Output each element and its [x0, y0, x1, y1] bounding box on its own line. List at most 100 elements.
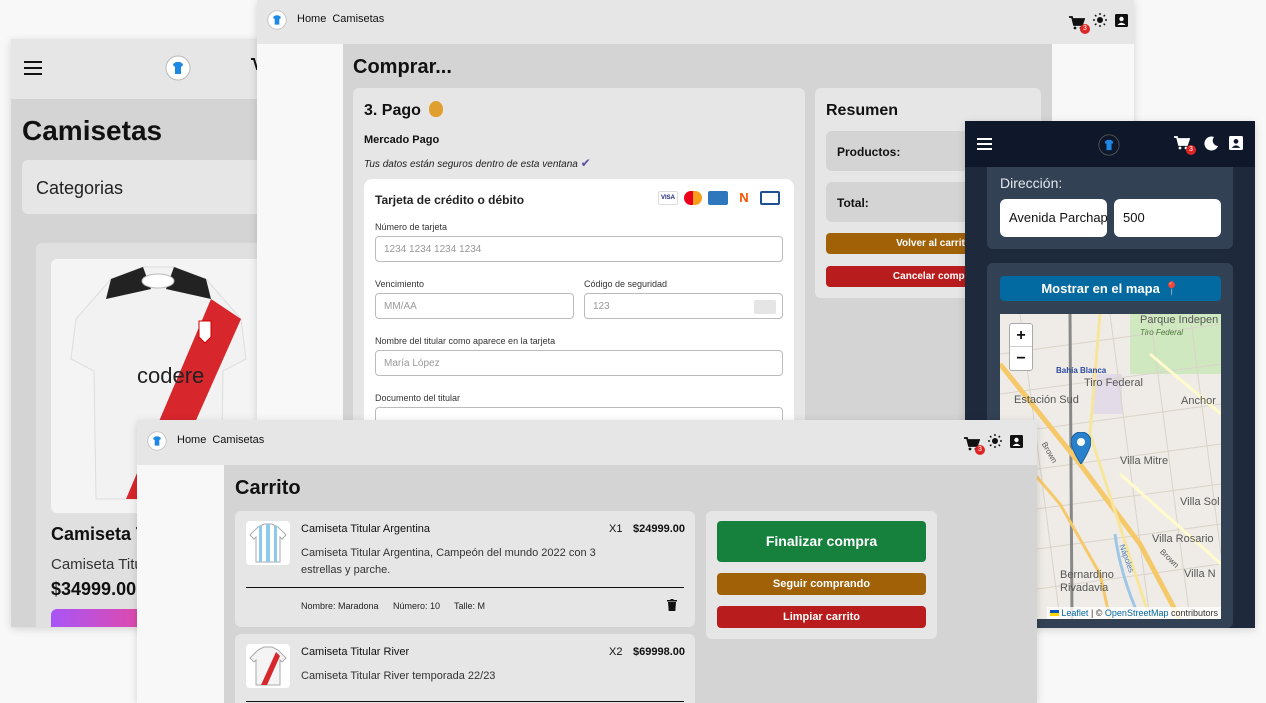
secure-note: Tus datos están seguros dentro de esta v… [364, 156, 591, 170]
logo-icon[interactable] [1098, 134, 1120, 161]
divider [246, 701, 684, 702]
cart-item-price: $24999.00 [633, 523, 685, 535]
map-label: Villa Sol [1180, 496, 1220, 508]
cart-count-badge: 3 [1186, 145, 1196, 155]
page-title: Comprar... [353, 56, 452, 78]
clear-cart-button[interactable]: Limpiar carrito [717, 606, 926, 628]
user-icon[interactable] [1010, 434, 1023, 453]
cart-icon[interactable]: 3 [1069, 15, 1090, 34]
map-label: Tiro Federal [1140, 328, 1184, 337]
sun-icon[interactable] [1093, 13, 1107, 32]
money-bag-icon [429, 101, 444, 117]
pin-icon: 📍 [1163, 281, 1180, 296]
map-label: Villa N [1184, 568, 1216, 580]
page-title: Carrito [235, 477, 301, 499]
expiry-input[interactable]: MM/AA [375, 293, 574, 319]
user-icon[interactable] [1229, 136, 1243, 155]
card-number-label: Número de tarjeta [375, 222, 448, 232]
map-label: Parque Indepen [1140, 314, 1219, 326]
payment-method: Mercado Pago [364, 134, 440, 146]
cart-actions: Finalizar compra Seguir comprando Limpia… [706, 511, 937, 639]
map-label: Anchor [1181, 395, 1216, 407]
card-cvv-icon [754, 300, 776, 314]
menu-icon[interactable] [977, 138, 992, 150]
zoom-controls: + − [1009, 323, 1033, 371]
cart-icon[interactable]: 3 [964, 436, 985, 455]
mobile-header [11, 39, 261, 99]
cvv-label: Código de seguridad [584, 279, 668, 289]
navbar: Home Camisetas 3 [137, 420, 1037, 465]
nav-actions: 3 [1069, 13, 1128, 34]
sun-icon[interactable] [988, 434, 1002, 453]
menu-icon[interactable] [24, 61, 42, 75]
visa-icon: VISA [658, 191, 678, 205]
cart-item-quantity: X2 [609, 646, 623, 658]
product-thumbnail [246, 521, 290, 565]
payment-heading: 3. Pago [364, 101, 444, 120]
cvv-placeholder: 123 [593, 301, 610, 312]
cart-item: Camiseta Titular Argentina X1 $24999.00 … [235, 511, 695, 627]
document-label: Documento del titular [375, 393, 461, 403]
payment-heading-text: 3. Pago [364, 102, 421, 119]
summary-heading: Resumen [826, 102, 899, 119]
logo-icon[interactable] [165, 55, 191, 86]
svg-text:codere: codere [137, 363, 204, 388]
naranja-icon: N [734, 191, 754, 205]
breadcrumb: Home Camisetas [297, 13, 390, 25]
cart-item-description: Camiseta Titular River temporada 22/23 [301, 670, 496, 682]
card-brand-logos: VISA N [658, 191, 780, 205]
checkmark-icon: ✔ [580, 156, 591, 170]
user-icon[interactable] [1115, 13, 1128, 32]
trash-icon[interactable] [667, 598, 677, 611]
secure-note-text: Tus datos están seguros dentro de esta v… [364, 159, 578, 170]
card-number-input[interactable]: 1234 1234 1234 1234 [375, 236, 783, 262]
custom-size: Talle: M [454, 601, 486, 611]
page-margin [137, 465, 224, 703]
cart-item-quantity: X1 [609, 523, 623, 535]
holder-input[interactable]: María López [375, 350, 783, 376]
nav-actions: 3 [964, 434, 1023, 455]
continue-shopping-button[interactable]: Seguir comprando [717, 573, 926, 595]
holder-label: Nombre del titular como aparece en la ta… [375, 336, 556, 346]
map-attribution: Leaflet | © OpenStreetMap contributors [1046, 607, 1221, 619]
zoom-in-button[interactable]: + [1010, 324, 1032, 347]
product-name: Camiseta T [51, 524, 148, 544]
divider [246, 587, 684, 588]
nav-camisetas-link[interactable]: Camisetas [332, 13, 384, 25]
nav-home-link[interactable]: Home [297, 13, 326, 25]
payment-section: 3. Pago Mercado Pago Tus datos están seg… [353, 88, 805, 420]
map-label: Bernardino Rivadavia [1060, 569, 1114, 594]
osm-link[interactable]: OpenStreetMap [1105, 608, 1169, 618]
logo-icon[interactable] [147, 431, 167, 456]
expiry-label: Vencimiento [375, 279, 425, 289]
street-number-input[interactable]: 500 [1114, 199, 1221, 237]
map-label: Tiro Federal [1084, 377, 1143, 389]
nav-home-link[interactable]: Home [177, 434, 206, 446]
cart-count-badge: 3 [975, 444, 985, 455]
document-input[interactable] [375, 407, 783, 420]
logo-icon[interactable] [267, 10, 287, 35]
street-input[interactable]: Avenida Parchappe [1000, 199, 1107, 237]
custom-number: Número: 10 [393, 601, 441, 611]
finish-purchase-button[interactable]: Finalizar compra [717, 521, 926, 562]
cart-item-price: $69998.00 [633, 646, 685, 658]
card-form: Tarjeta de crédito o débito VISA N Númer… [364, 179, 794, 420]
attribution-tail: contributors [1168, 608, 1218, 618]
cabal-icon [760, 191, 780, 205]
cart-item-name: Camiseta Titular River [301, 646, 410, 658]
cvv-input[interactable]: 123 [584, 293, 783, 319]
map-marker-icon[interactable] [1070, 431, 1092, 469]
categories-dropdown[interactable]: Categorias [22, 160, 261, 214]
cart-icon[interactable]: 3 [1174, 136, 1196, 155]
moon-icon[interactable] [1204, 136, 1219, 156]
page-title: Camisetas [22, 115, 163, 146]
show-map-button[interactable]: Mostrar en el mapa 📍 [1000, 276, 1221, 301]
cart-window: Home Camisetas 3 Carrito Camiseta Titular… [137, 420, 1037, 703]
zoom-out-button[interactable]: − [1010, 347, 1032, 370]
navbar: Home Camisetas 3 [257, 0, 1134, 44]
flag-icon [1049, 610, 1059, 616]
leaflet-link[interactable]: Leaflet [1061, 608, 1088, 618]
nav-camisetas-link[interactable]: Camisetas [212, 434, 264, 446]
address-label: Dirección: [1000, 175, 1063, 191]
product-thumbnail [246, 644, 290, 688]
